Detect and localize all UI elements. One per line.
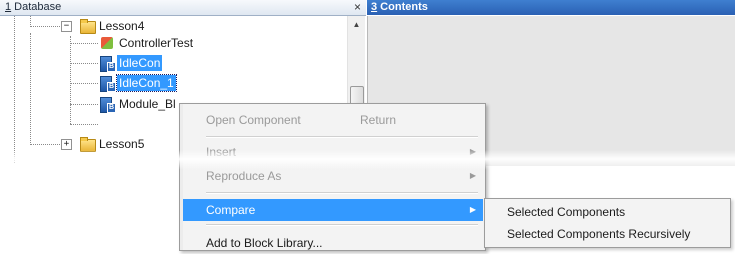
tree-folder-lesson5[interactable]: Lesson5 — [79, 135, 146, 153]
menu-item-compare[interactable]: Compare ▶ — [183, 199, 483, 221]
folder-icon — [79, 18, 96, 34]
submenu-arrow-icon: ▶ — [469, 171, 476, 180]
menu-item-add-to-block-library[interactable]: Add to Block Library... — [183, 232, 483, 254]
compare-submenu: Selected Components Selected Components … — [484, 198, 731, 248]
menu-separator — [206, 224, 478, 226]
block-icon — [99, 75, 116, 92]
menu-separator — [206, 136, 478, 138]
block-icon — [99, 96, 116, 113]
menu-item-open-component[interactable]: Open Component Return — [183, 109, 483, 131]
block-icon — [99, 55, 116, 72]
shortcut-label: Return — [360, 113, 397, 127]
submenu-arrow-icon: ▶ — [469, 205, 476, 214]
contents-panel-header: 3 Contents — [367, 0, 735, 15]
context-menu: Open Component Return Insert ▶ Reproduce… — [179, 103, 486, 251]
scroll-up-arrow-icon[interactable]: ▲ — [348, 16, 365, 33]
close-icon[interactable]: × — [354, 0, 361, 15]
tree-item-controllertest[interactable]: ControllerTest — [99, 34, 195, 52]
tree-item-idlecon-1[interactable]: IdleCon_1 — [99, 74, 177, 92]
menu-item-insert[interactable]: Insert ▶ — [183, 141, 483, 163]
menu-item-reproduce-as[interactable]: Reproduce As ▶ — [183, 165, 483, 187]
tree-folder-lesson4[interactable]: Lesson4 — [79, 17, 146, 35]
database-panel-title: 1 Database — [5, 1, 62, 13]
submenu-item-selected-components-recursively[interactable]: Selected Components Recursively — [485, 223, 730, 245]
submenu-arrow-icon: ▶ — [469, 147, 476, 156]
collapse-lesson4-toggle[interactable]: − — [61, 21, 72, 32]
controller-icon — [99, 35, 115, 51]
database-panel-header: 1 Database × — [0, 0, 366, 16]
folder-icon — [79, 136, 96, 152]
contents-panel-title: 3 Contents — [371, 1, 428, 13]
submenu-item-selected-components[interactable]: Selected Components — [485, 201, 730, 223]
tree-item-module[interactable]: Module_Bl — [99, 95, 178, 113]
menu-separator — [206, 192, 478, 194]
tree-item-idlecon[interactable]: IdleCon — [99, 54, 163, 72]
expand-lesson5-toggle[interactable]: + — [61, 139, 72, 150]
